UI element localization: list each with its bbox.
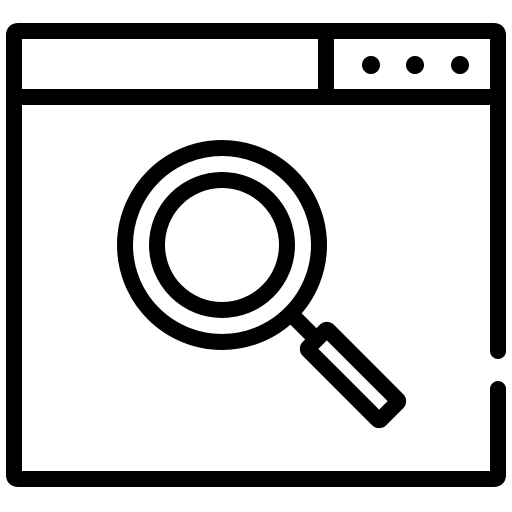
magnifying-glass-icon [117, 140, 407, 429]
icon-canvas [0, 0, 512, 512]
magnifier-lens [149, 172, 295, 318]
magnifier-handle [299, 321, 407, 429]
window-dot-2 [406, 56, 424, 74]
browser-window-icon [6, 23, 506, 487]
window-dot-1 [362, 56, 380, 74]
magnifier-neck [284, 307, 319, 342]
window-control-dots [362, 56, 469, 74]
window-dot-3 [451, 56, 469, 74]
browser-window-search-icon [6, 23, 506, 487]
